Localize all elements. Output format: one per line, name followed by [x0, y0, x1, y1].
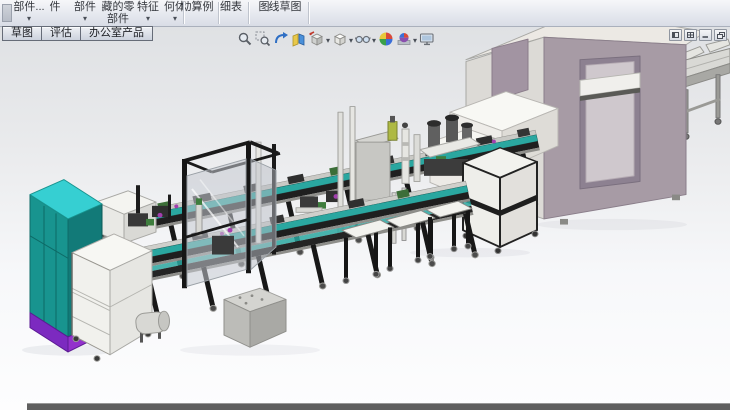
toolbar-separator — [183, 2, 184, 24]
command-manager-tabs: 草图 评估 办公室产品 — [2, 26, 152, 41]
previous-view-icon[interactable] — [273, 31, 289, 47]
toolbar-cut-icon — [2, 4, 12, 22]
dropdown-arrow-icon[interactable]: ▾ — [326, 36, 330, 45]
dropdown-arrow-icon[interactable]: ▾ — [74, 14, 96, 24]
window-previous-icon[interactable] — [669, 29, 682, 41]
toolbar-separator — [218, 2, 219, 24]
tab-sketch[interactable]: 草图 — [2, 26, 42, 41]
toolbar-item-assembly-features[interactable]: 特征 ▾ — [137, 1, 159, 24]
model-tank[interactable] — [135, 311, 170, 342]
toolbar-item-motion-study[interactable]: 动算例 — [181, 1, 214, 13]
toolbar-item-component-pattern[interactable]: 部件 ▾ — [74, 1, 96, 24]
model-floor-box[interactable] — [224, 288, 286, 347]
model-control-cabinet[interactable] — [463, 148, 538, 254]
window-minimize-icon[interactable] — [699, 29, 712, 41]
toolbar-separator — [308, 2, 309, 24]
section-view-icon[interactable] — [291, 31, 307, 47]
heads-up-view-toolbar: ▾ ▾ ▾ ▾ — [236, 30, 436, 48]
dropdown-arrow-icon[interactable]: ▾ — [372, 36, 376, 45]
hide-show-items-icon[interactable] — [355, 31, 371, 47]
tab-office-products[interactable]: 办公室产品 — [80, 26, 153, 41]
edit-appearance-icon[interactable] — [378, 31, 394, 47]
model-viewport-canvas[interactable] — [0, 26, 730, 410]
dropdown-arrow-icon[interactable]: ▾ — [413, 36, 417, 45]
display-style-icon[interactable] — [332, 31, 348, 47]
window-tile-icon[interactable] — [684, 29, 697, 41]
zoom-to-fit-icon[interactable] — [237, 31, 253, 47]
dropdown-arrow-icon[interactable]: ▾ — [349, 36, 353, 45]
toolbar-separator — [248, 2, 249, 24]
zoom-to-area-icon[interactable] — [255, 31, 271, 47]
dropdown-arrow-icon[interactable]: ▾ — [137, 14, 159, 24]
view-settings-icon[interactable] — [419, 31, 435, 47]
toolbar-item-mate[interactable]: 件 — [50, 1, 61, 13]
document-window-controls — [669, 29, 727, 41]
view-orientation-icon[interactable] — [309, 31, 325, 47]
toolbar-item-show-hidden-components[interactable]: 藏的零 部件 — [102, 1, 135, 25]
toolbar-item-insert-components[interactable]: 部件... ▾ — [13, 1, 44, 24]
window-restore-icon[interactable] — [714, 29, 727, 41]
apply-scene-icon[interactable] — [396, 31, 412, 47]
bottom-scrollbar[interactable] — [27, 403, 730, 410]
tab-evaluate[interactable]: 评估 — [41, 26, 81, 41]
toolbar-item-explode-line-sketch[interactable]: 线草图 — [269, 1, 302, 13]
toolbar-item-bill-of-materials[interactable]: 细表 — [220, 1, 242, 13]
command-manager-toolbar: 部件... ▾ 件 部件 ▾ 藏的零 部件 特征 ▾ 何体 ▾ 动算例 细表 图… — [0, 0, 730, 27]
dropdown-arrow-icon[interactable]: ▾ — [13, 14, 44, 24]
model-safety-cage[interactable] — [182, 142, 280, 288]
